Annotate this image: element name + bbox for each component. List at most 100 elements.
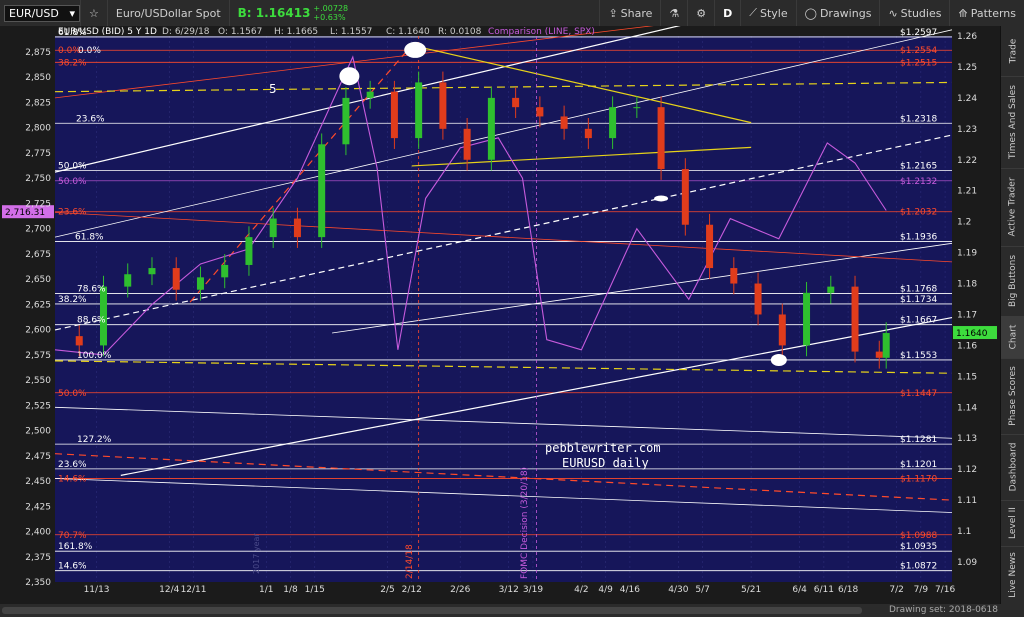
tab-chart[interactable]: Chart — [1001, 316, 1024, 359]
x-tick-14: 4/30 — [668, 585, 688, 595]
share-button[interactable]: ⇪ Share — [599, 0, 660, 26]
studies-label: Studies — [900, 6, 942, 20]
x-tick-0: 11/13 — [84, 585, 110, 595]
x-tick-5: 1/15 — [305, 585, 325, 595]
gear-icon: ⚙ — [696, 6, 707, 20]
y-right-tick-13: 1.13 — [957, 434, 977, 444]
style-button[interactable]: ⟋ Style — [740, 0, 795, 26]
fib-red-label-3: 23.6% — [58, 208, 87, 218]
level-white-label-8: $1.1281 — [900, 435, 937, 445]
candle-body-34 — [875, 351, 883, 358]
last-price-text: 1.1640 — [956, 329, 988, 339]
tab-times-and-sales[interactable]: Times And Sales — [1001, 76, 1024, 169]
watermark-subtitle: EURUSD daily — [562, 456, 649, 470]
candle-body-5 — [172, 268, 180, 290]
fib-red-label-6: 70.7% — [58, 531, 87, 541]
stat-date: D: 6/29/18 — [162, 27, 210, 37]
bid-price: B: 1.16413 — [237, 6, 311, 20]
level-red-label-3: $1.1447 — [900, 389, 937, 399]
candle-body-13 — [366, 91, 374, 98]
fib-red-label-2: 50.0% — [58, 177, 87, 187]
tab-trade[interactable]: Trade — [1001, 26, 1024, 77]
level-red-label-0: $1.2554 — [900, 46, 937, 56]
drawing-set-label[interactable]: Drawing set: 2018-0618 — [889, 605, 998, 615]
y-left-tick-0: 2,875 — [25, 48, 51, 58]
patterns-button[interactable]: ⟰ Patterns — [949, 0, 1024, 26]
tab-live-news[interactable]: Live News — [1001, 546, 1024, 605]
candle-body-19 — [512, 97, 520, 108]
y-left-tick-19: 2,400 — [25, 528, 51, 538]
y-left-tick-2: 2,825 — [25, 98, 51, 108]
price-chart[interactable]: $1.2597 $1.2318 $1.2165 $1.1936 $1.1768$1.17… — [0, 26, 1000, 604]
candle-body-24 — [633, 107, 641, 109]
stat-close: C: 1.1640 — [386, 27, 430, 37]
y-right-tick-4: 1.22 — [957, 156, 977, 166]
marker-wave5 — [339, 67, 360, 86]
y-right-tick-0: 1.26 — [957, 32, 977, 42]
candle-body-14 — [390, 91, 398, 139]
fib-white-label-9: 23.6% — [58, 460, 87, 470]
y-right-tick-11: 1.15 — [957, 372, 977, 382]
candle-body-3 — [124, 274, 132, 287]
comparison-label: Comparison (LINE, SPX) — [488, 27, 595, 37]
x-tick-21: 7/9 — [914, 585, 929, 595]
x-tick-3: 1/1 — [259, 585, 273, 595]
x-tick-16: 5/21 — [741, 585, 761, 595]
stat-low: L: 1.1557 — [330, 27, 372, 37]
x-tick-22: 7/16 — [935, 585, 955, 595]
x-tick-12: 4/9 — [598, 585, 613, 595]
candle-body-23 — [609, 107, 617, 139]
y-left-tick-10: 2,625 — [25, 300, 51, 310]
y-left-tick-5: 2,750 — [25, 174, 51, 184]
tab-level-ii[interactable]: Level II — [1001, 500, 1024, 547]
candle-body-29 — [754, 283, 762, 315]
tab-active-label: Active Trader — [1008, 177, 1019, 237]
left-value-text: 2,716.31 — [5, 208, 45, 218]
y-right-tick-9: 1.17 — [957, 310, 977, 320]
candle-body-11 — [318, 144, 326, 238]
level-white-label-7: $1.1553 — [900, 351, 937, 361]
y-left-tick-1: 2,850 — [25, 73, 51, 83]
candle-body-27 — [706, 224, 714, 269]
drawings-button[interactable]: ◯ Drawings — [795, 0, 880, 26]
star-icon[interactable]: ☆ — [80, 0, 107, 26]
level-white-label-3: $1.1936 — [900, 232, 937, 242]
level-white-label-9: $1.1201 — [900, 460, 937, 470]
x-tick-9: 3/12 — [499, 585, 519, 595]
tab-active-trader[interactable]: Active Trader — [1001, 168, 1024, 247]
stat-high: H: 1.1665 — [274, 27, 318, 37]
fib-white-label-5: 38.2% — [58, 295, 87, 305]
patterns-icon: ⟰ — [958, 6, 968, 20]
candle-body-22 — [584, 128, 592, 139]
patterns-label: Patterns — [970, 6, 1016, 20]
x-tick-7: 2/12 — [402, 585, 422, 595]
y-right-tick-14: 1.12 — [957, 465, 977, 475]
tab-big-buttons[interactable]: Big Buttons — [1001, 246, 1024, 317]
x-tick-8: 2/26 — [450, 585, 470, 595]
tab-dashboard[interactable]: Dashboard — [1001, 434, 1024, 501]
level-white-label-10: $1.0935 — [900, 542, 937, 552]
level-comparison-label-0: $1.2132 — [900, 177, 937, 187]
level-red-label-4: $1.1170 — [900, 474, 937, 484]
symbol-selector[interactable]: EUR/USD ▾ — [4, 4, 80, 22]
change-pct: +0.63% — [313, 13, 346, 22]
candle-body-21 — [560, 116, 568, 129]
x-tick-2: 12/11 — [181, 585, 207, 595]
plot-area — [55, 36, 952, 582]
candle-body-15 — [415, 82, 423, 139]
studies-button[interactable]: ∿ Studies — [879, 0, 949, 26]
candle-body-17 — [463, 128, 471, 160]
candle-body-26 — [681, 169, 689, 225]
year-watermark: 2017 year — [252, 533, 261, 574]
gear-button[interactable]: ⚙ — [687, 0, 714, 26]
horizontal-scrollbar[interactable] — [2, 607, 862, 614]
flask-button[interactable]: ⚗ — [660, 0, 687, 26]
y-left-tick-7: 2,700 — [25, 225, 51, 235]
fib-white-label-11: 14.6% — [58, 562, 87, 572]
period-button[interactable]: D — [714, 0, 740, 26]
level-red-label-5: $1.0988 — [900, 531, 937, 541]
tab-phase-scores[interactable]: Phase Scores — [1001, 358, 1024, 435]
x-tick-10: 3/19 — [523, 585, 543, 595]
level-white-label-5: $1.1734 — [900, 295, 937, 305]
level-red-label-2: $1.2032 — [900, 208, 937, 218]
